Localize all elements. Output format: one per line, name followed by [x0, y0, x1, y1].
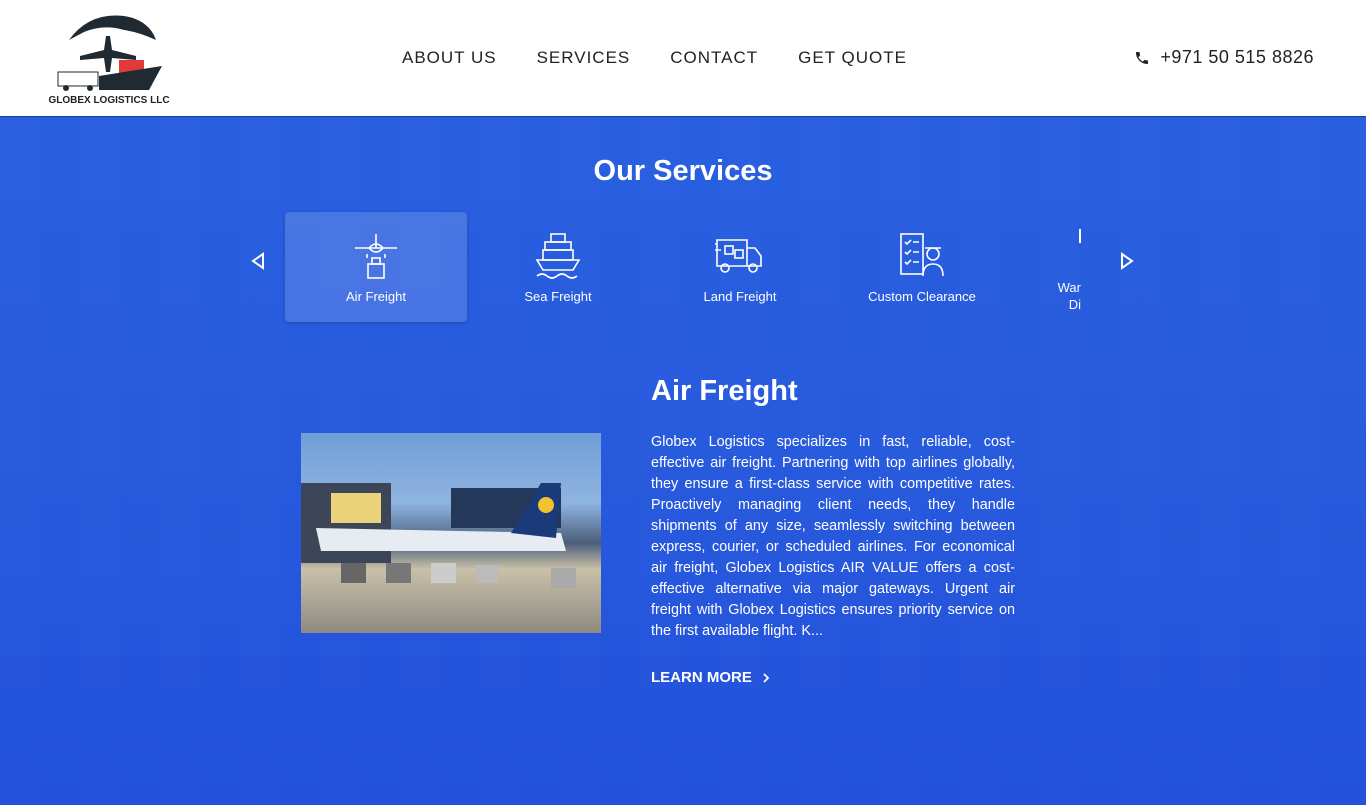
- airport-illustration: [301, 483, 576, 588]
- detail-description: Globex Logistics specializes in fast, re…: [651, 434, 1015, 639]
- nav-get-quote[interactable]: GET QUOTE: [798, 48, 907, 68]
- logo-text: GLOBEX LOGISTICS LLC: [48, 95, 170, 106]
- prev-arrow-icon[interactable]: [251, 252, 265, 270]
- phone-icon: [1136, 51, 1149, 64]
- air-freight-image: [301, 433, 601, 633]
- logo-graphic: [57, 15, 162, 91]
- airplane-icon: [355, 234, 397, 279]
- tab-label: Land Freight: [703, 289, 777, 304]
- tab-label: Custom Clearance: [868, 289, 976, 304]
- nav-contact[interactable]: CONTACT: [670, 48, 758, 68]
- nav-services[interactable]: SERVICES: [537, 48, 631, 68]
- tab-label: Sea Freight: [524, 289, 592, 304]
- chevron-right-icon: [763, 672, 770, 683]
- site-header: GLOBEX LOGISTICS LLC ABOUT US SERVICES C…: [0, 0, 1366, 117]
- next-arrow-icon[interactable]: [1120, 252, 1134, 270]
- phone-number: +971 50 515 8826: [1160, 47, 1314, 67]
- truck-icon: [715, 239, 762, 273]
- tab-warehousing[interactable]: War Di: [1013, 212, 1083, 322]
- tab-air-freight[interactable]: Air Freight: [285, 212, 467, 322]
- main-nav: ABOUT US SERVICES CONTACT GET QUOTE: [402, 48, 907, 68]
- clearance-icon: [900, 233, 944, 277]
- section-title: Our Services: [593, 155, 773, 187]
- tab-land-freight[interactable]: Land Freight: [649, 212, 831, 322]
- learn-more-link[interactable]: LEARN MORE: [651, 669, 770, 686]
- tab-label: Air Freight: [346, 289, 406, 304]
- phone-link[interactable]: +971 50 515 8826: [1134, 47, 1314, 68]
- nav-about-us[interactable]: ABOUT US: [402, 48, 497, 68]
- detail-title: Air Freight: [651, 375, 798, 407]
- tab-custom-clearance[interactable]: Custom Clearance: [831, 212, 1013, 322]
- ship-icon: [535, 233, 581, 279]
- tab-label: War Di: [1057, 280, 1081, 312]
- logo[interactable]: GLOBEX LOGISTICS LLC: [44, 10, 174, 106]
- tab-sea-freight[interactable]: Sea Freight: [467, 212, 649, 322]
- warehouse-icon: [1079, 229, 1081, 243]
- learn-more-label: LEARN MORE: [651, 669, 752, 686]
